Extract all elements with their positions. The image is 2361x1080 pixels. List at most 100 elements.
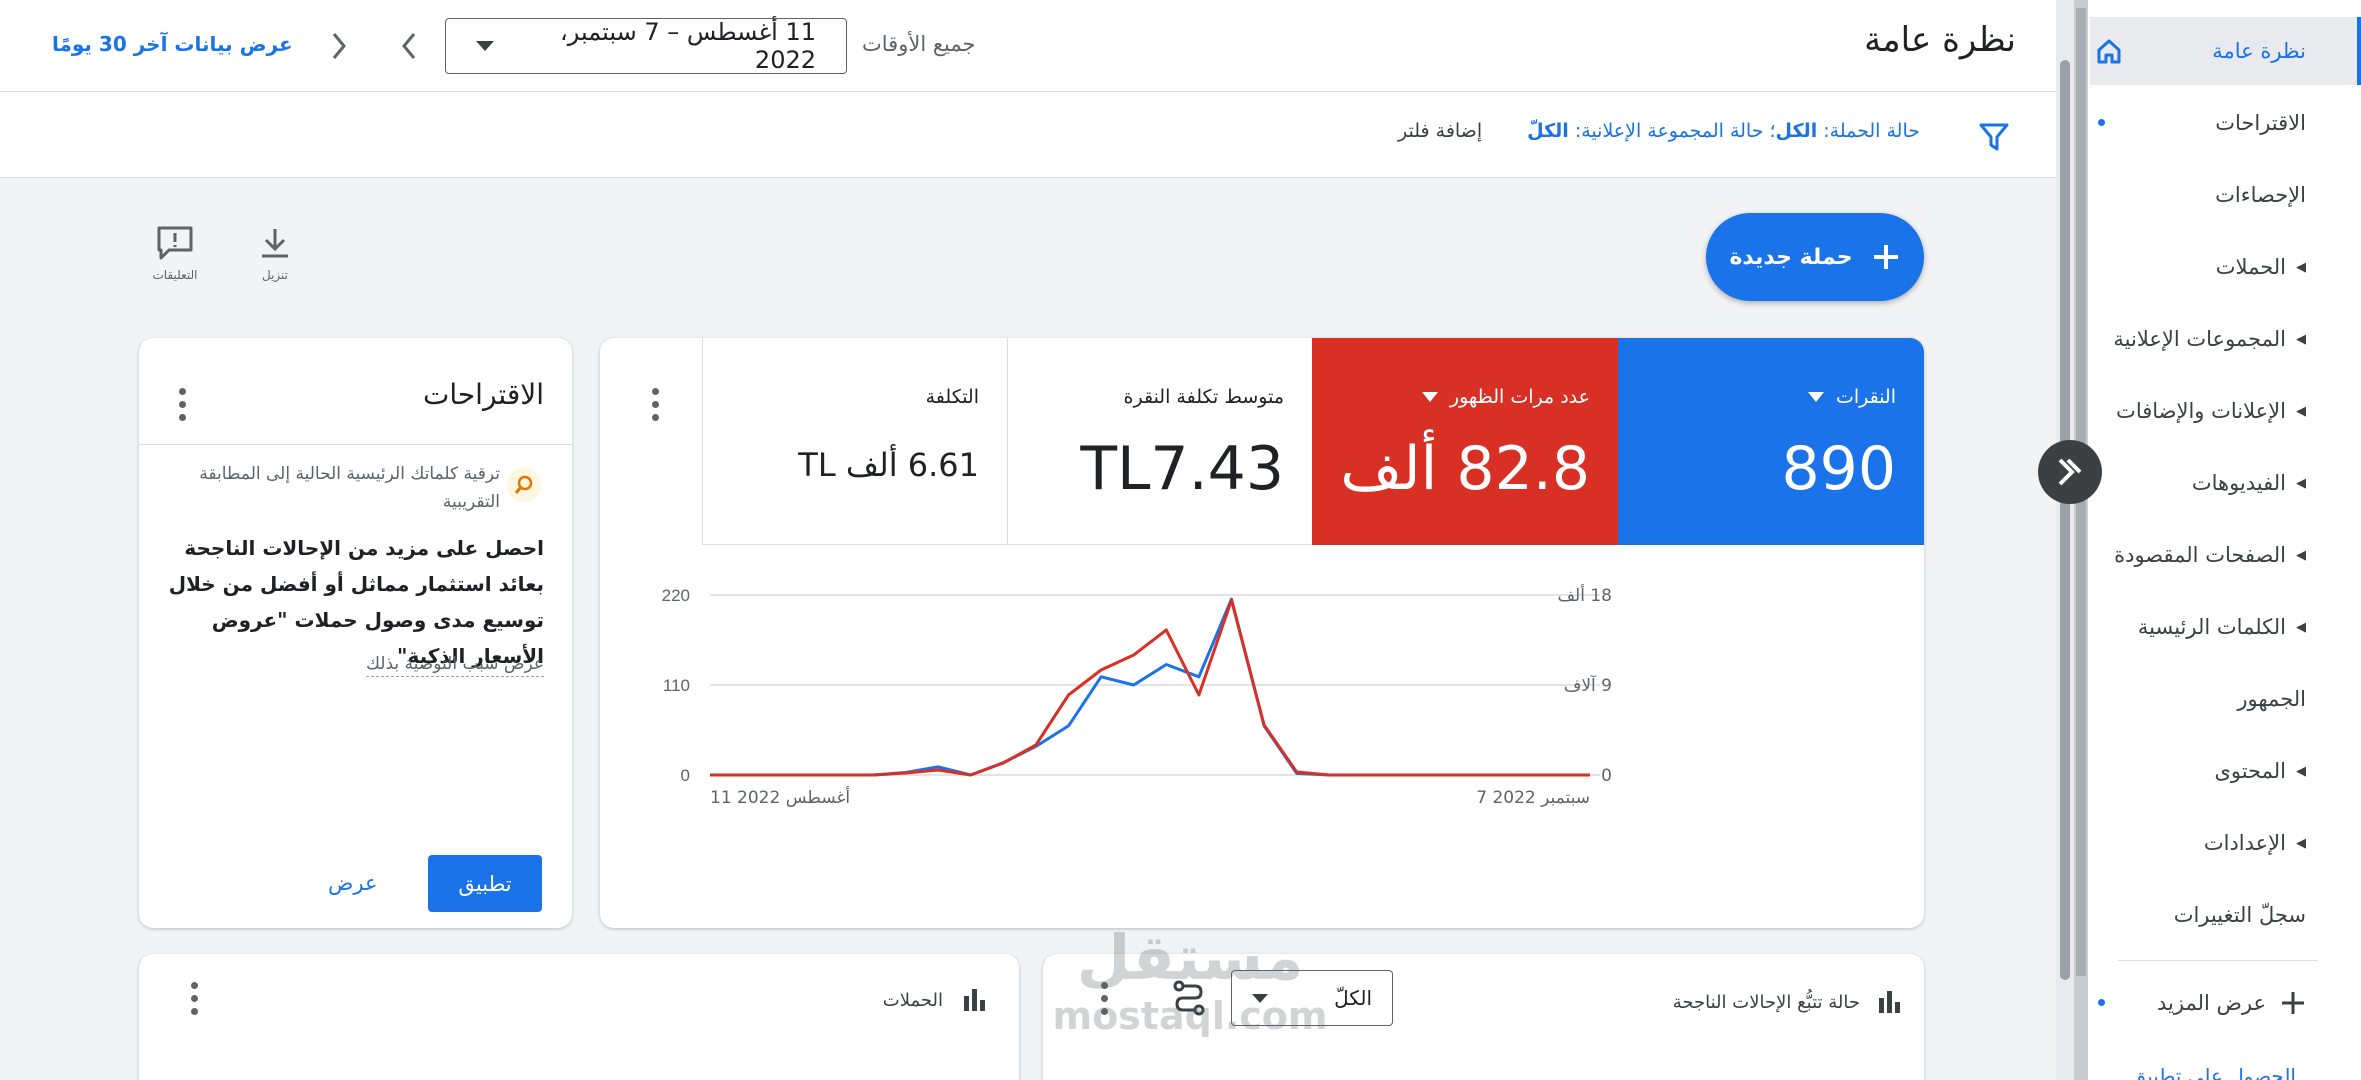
watermark-logo: مستقل — [1076, 921, 1304, 994]
sidebar-item-5[interactable]: ◀ الإعلانات والإضافات — [2090, 377, 2361, 445]
sidebar-item-label: الإعدادات — [2203, 831, 2286, 855]
sidebar-item-label: الإحصاءات — [2215, 183, 2306, 207]
collapse-sidebar-button[interactable] — [2038, 440, 2102, 504]
sidebar-item-label: الحملات — [2215, 255, 2286, 279]
get-app-link[interactable]: الحصول على تطبيق — [2131, 1064, 2296, 1080]
plus-icon — [2282, 992, 2304, 1014]
campaign-status-label: حالة الحملة: — [1823, 120, 1920, 142]
performance-chart: 0 0 110 9 آلاف 220 18 ألف 11 أغسطس 2022 7 سبتمب… — [662, 584, 1612, 808]
adgroup-status-label: ؛ حالة المجموعة الإعلانية: — [1574, 120, 1776, 142]
metric-label-text: متوسط تكلفة النقرة — [1123, 386, 1284, 408]
metric-label: متوسط تكلفة النقرة — [1124, 386, 1284, 408]
sidebar-item-10[interactable]: ◀ المحتوى — [2090, 737, 2361, 805]
sidebar-divider — [2118, 960, 2318, 961]
sidebar-item-0[interactable]: نظرة عامة — [2090, 17, 2361, 85]
metric-label-text: عدد مرات الظهور — [1449, 386, 1590, 408]
sidebar-item-7[interactable]: ◀ الصفحات المقصودة — [2090, 521, 2361, 589]
next-period-icon[interactable] — [396, 28, 426, 64]
sidebar-item-2[interactable]: الإحصاءات — [2090, 161, 2361, 229]
sidebar-item-3[interactable]: ◀ الحملات — [2090, 233, 2361, 301]
watermark-text: mostaql.com — [1052, 994, 1328, 1038]
add-filter-button[interactable]: إضافة فلتر — [1398, 120, 1482, 142]
main-scrollbar[interactable] — [2056, 0, 2074, 1080]
caret-left-icon: ◀ — [2296, 259, 2306, 275]
filter-summary[interactable]: حالة الحملة: الكل؛ حالة المجموعة الإعلان… — [1527, 120, 1920, 142]
metric-label: التكلفة — [926, 386, 979, 408]
suggestion-reason-link[interactable]: عرض سبب التوصية بذلك — [365, 654, 544, 677]
all-time-label: جميع الأوقات — [862, 32, 976, 56]
sidebar-active-indicator — [2357, 17, 2361, 85]
bar-chart-icon — [1876, 988, 1904, 1016]
metric-tile-avg-cpc[interactable]: متوسط تكلفة النقرة TL7.43 — [1007, 338, 1312, 545]
performance-more-icon[interactable] — [652, 388, 660, 427]
new-campaign-label: حملة جديدة — [1729, 244, 1853, 270]
caret-left-icon: ◀ — [2296, 331, 2306, 347]
sidebar-item-1[interactable]: الاقتراحات — [2090, 89, 2361, 157]
sidebar-item-9[interactable]: الجمهور — [2090, 665, 2361, 733]
y-right-tick-label: 9 آلاف — [1564, 674, 1612, 696]
sidebar-item-6[interactable]: ◀ الفيديوهات — [2090, 449, 2361, 517]
suggestion-item-title: ترقية كلماتك الرئيسية الحالية إلى المطاب… — [199, 464, 500, 512]
date-range-value: 11 أغسطس – 7 سبتمبر، 2022 — [560, 18, 816, 74]
sidebar-item-8[interactable]: ◀ الكلمات الرئيسية — [2090, 593, 2361, 661]
sidebar-scrollbar[interactable] — [2074, 0, 2088, 1080]
home-icon — [2094, 36, 2124, 66]
series-line-left — [710, 597, 1590, 777]
main-scrollbar-thumb[interactable] — [2060, 60, 2070, 980]
suggestions-divider — [139, 444, 572, 445]
date-range-picker[interactable]: 11 أغسطس – 7 سبتمبر، 2022 — [445, 18, 847, 74]
caret-left-icon: ◀ — [2296, 763, 2306, 779]
suggestions-card: الاقتراحات ترقية كلماتك الرئيسية الحالية… — [139, 338, 572, 928]
campaigns-card-title: الحملات — [882, 990, 943, 1011]
series-line-right — [710, 598, 1590, 777]
sidebar-item-4[interactable]: ◀ المجموعات الإعلانية — [2090, 305, 2361, 373]
page-title: نظرة عامة — [1864, 20, 2016, 60]
apply-button[interactable]: تطبيق — [428, 855, 542, 912]
feedback-label: التعليقات — [152, 268, 198, 282]
y-left-tick-label: 220 — [662, 586, 690, 605]
download-label: تنزيل — [261, 268, 288, 282]
filter-bar: حالة الحملة: الكل؛ حالة المجموعة الإعلان… — [0, 92, 2056, 178]
sidebar-item-label: المجموعات الإعلانية — [2113, 327, 2286, 351]
sidebar-item-11[interactable]: ◀ الإعدادات — [2090, 809, 2361, 877]
sidebar-notification-dot — [2098, 119, 2105, 126]
sidebar-item-12[interactable]: سجلّ التغييرات — [2090, 881, 2361, 949]
new-campaign-button[interactable]: حملة جديدة — [1706, 213, 1924, 301]
dropdown-arrow-icon — [1421, 392, 1438, 402]
filter-icon[interactable] — [1977, 119, 2011, 153]
sidebar-item-label: نظرة عامة — [2212, 39, 2306, 63]
sidebar-item-label: الإعلانات والإضافات — [2116, 399, 2286, 423]
caret-left-icon: ◀ — [2296, 547, 2306, 563]
x-tick-label-start: 11 أغسطس 2022 — [710, 786, 850, 808]
download-tool[interactable]: تنزيل — [252, 226, 298, 282]
campaign-status-value: الكل — [1775, 120, 1818, 142]
bar-chart-icon — [961, 986, 989, 1014]
metric-tile-cost[interactable]: التكلفة 6.61 ألف TL — [702, 338, 1007, 545]
metric-label: عدد مرات الظهور — [1421, 386, 1590, 408]
caret-left-icon: ◀ — [2296, 403, 2306, 419]
top-header: نظرة عامة جميع الأوقات 11 أغسطس – 7 سبتم… — [0, 0, 2056, 92]
metric-tile-impressions[interactable]: عدد مرات الظهور 82.8 ألف — [1312, 338, 1618, 545]
previous-period-icon[interactable] — [322, 28, 352, 64]
download-icon — [262, 229, 288, 258]
view-button[interactable]: عرض — [328, 871, 378, 895]
suggestions-more-icon[interactable] — [179, 388, 187, 427]
watermark: مستقل mostaql.com — [1040, 920, 1340, 1050]
metric-label-text: التكلفة — [925, 386, 979, 408]
feedback-tool[interactable]: التعليقات — [150, 224, 200, 282]
sidebar-item-label: الكلمات الرئيسية — [2137, 615, 2286, 639]
caret-left-icon: ◀ — [2296, 835, 2306, 851]
last-30-days-link[interactable]: عرض بيانات آخر 30 يومًا — [52, 32, 293, 56]
plus-icon — [1873, 245, 1898, 269]
metric-label-text: النقرات — [1835, 386, 1896, 408]
suggestions-title: الاقتراحات — [422, 378, 544, 411]
x-tick-label-end: 7 سبتمبر 2022 — [1476, 788, 1590, 808]
sidebar-nav: نظرة عامة الاقتراحات الإحصاءات ◀ الحملات ◀ الم… — [2038, 0, 2361, 1080]
sidebar-item-label: الاقتراحات — [2215, 111, 2306, 135]
suggestion-item-body: احصل على مزيد من الإحالات الناجحة بعائد … — [168, 536, 544, 668]
sidebar-more-button[interactable]: عرض المزيد — [2090, 969, 2361, 1037]
y-left-tick-label: 0 — [681, 766, 690, 785]
close-icon — [2058, 458, 2082, 486]
campaigns-more-icon[interactable] — [191, 982, 199, 1021]
metric-tile-clicks[interactable]: النقرات 890 — [1618, 338, 1924, 545]
